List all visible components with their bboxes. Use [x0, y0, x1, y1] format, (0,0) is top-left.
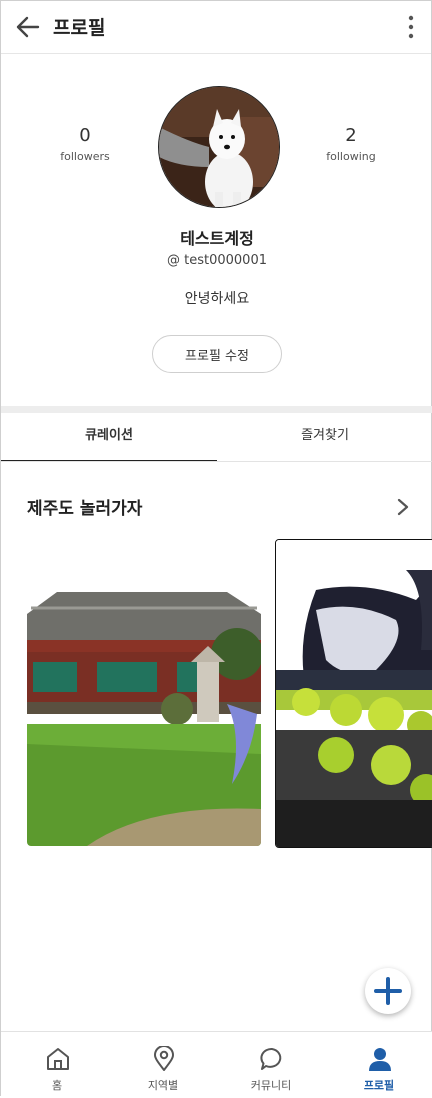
- followers-stat[interactable]: 0 followers: [30, 125, 140, 163]
- section-divider: [1, 406, 432, 413]
- followers-count: 0: [79, 125, 91, 146]
- nav-profile-label: 프로필: [363, 1079, 395, 1092]
- following-count: 2: [345, 125, 357, 146]
- following-stat[interactable]: 2 following: [296, 125, 406, 163]
- nav-profile[interactable]: 프로필: [325, 1032, 432, 1096]
- bottom-nav: 홈 지역별 커뮤니티 프로필: [1, 1031, 432, 1098]
- avatar-dog-photo: [159, 87, 279, 207]
- curation-card-hanok[interactable]: [27, 584, 261, 846]
- profile-bio: 안녕하세요: [184, 291, 250, 307]
- person-icon: [369, 1048, 391, 1071]
- profile-name: 테스트계정: [180, 229, 254, 248]
- more-vertical-icon[interactable]: [407, 15, 415, 39]
- tab-favorites[interactable]: 즐겨찾기: [217, 413, 432, 460]
- curation-title[interactable]: 제주도 놀러가자: [27, 494, 142, 519]
- chevron-right-icon[interactable]: [397, 498, 409, 516]
- profile-handle: @ test0000001: [167, 253, 267, 268]
- nav-home[interactable]: 홈: [3, 1032, 111, 1096]
- chat-bubble-icon: [260, 1048, 282, 1070]
- nav-home-label: 홈: [51, 1079, 63, 1092]
- nav-community-label: 커뮤니티: [250, 1079, 292, 1092]
- home-icon: [47, 1048, 69, 1070]
- swan-light-photo: [276, 540, 432, 847]
- tab-curation[interactable]: 큐레이션: [1, 413, 217, 462]
- back-arrow-icon[interactable]: [15, 15, 41, 39]
- app-frame: 프로필 0 followers 2 following 테스트계정 @ test…: [0, 0, 432, 1098]
- tab-underline: [1, 461, 432, 462]
- edit-profile-button[interactable]: 프로필 수정: [152, 335, 282, 373]
- nav-region-label: 지역별: [147, 1079, 179, 1092]
- nav-region[interactable]: 지역별: [109, 1032, 217, 1096]
- nav-community[interactable]: 커뮤니티: [217, 1032, 325, 1096]
- curation-card-swan-lights[interactable]: [275, 539, 432, 848]
- hanok-garden-photo: [27, 584, 261, 846]
- plus-icon: [374, 977, 402, 1005]
- location-pin-icon: [154, 1046, 174, 1071]
- top-bar: 프로필: [1, 1, 431, 54]
- following-label: following: [326, 150, 376, 163]
- add-button[interactable]: [365, 968, 411, 1014]
- page-title: 프로필: [53, 17, 106, 39]
- followers-label: followers: [60, 150, 110, 163]
- avatar: [158, 86, 280, 208]
